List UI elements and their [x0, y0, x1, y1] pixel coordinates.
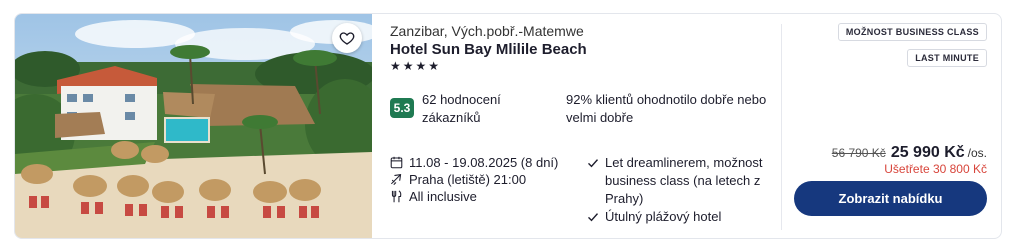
fact-dates: 11.08 - 19.08.2025 (8 dní)	[390, 154, 558, 171]
per-person-label: /os.	[967, 146, 987, 160]
hotel-photo[interactable]	[15, 14, 372, 238]
hotel-name[interactable]: Hotel Sun Bay Mlilile Beach	[390, 41, 587, 58]
calendar-icon	[390, 156, 403, 169]
hotel-stars: ★★★★	[390, 59, 442, 73]
fact-departure-text: Praha (letiště) 21:00	[409, 172, 527, 187]
business-class-tag: MOŽNOST BUSINESS CLASS	[837, 23, 987, 41]
rating-badge: 5.3	[390, 98, 414, 118]
fact-dates-text: 11.08 - 19.08.2025 (8 dní)	[409, 155, 559, 170]
feature-text: Útulný plážový hotel	[605, 209, 722, 224]
rating-summary: 92% klientů ohodnotilo dobře nebo velmi …	[566, 92, 767, 125]
favorite-button[interactable]	[332, 23, 362, 53]
current-price: 25 990 Kč	[890, 144, 965, 161]
show-offer-button[interactable]: Zobrazit nabídku	[794, 181, 987, 216]
check-icon	[588, 159, 599, 168]
price-row: 56 790 Kč 25 990 Kč /os.	[832, 144, 987, 162]
fact-board: All inclusive	[390, 188, 558, 205]
hotel-aerial-image	[15, 14, 372, 238]
savings-text: Ušetřete 30 800 Kč	[884, 162, 987, 176]
feature-item: Let dreamlinerem, možnost business class…	[587, 154, 787, 208]
plane-icon	[391, 174, 402, 185]
feature-text: Let dreamlinerem, možnost business class…	[605, 155, 763, 206]
last-minute-tag: LAST MINUTE	[907, 49, 987, 67]
offer-card[interactable]: Zanzibar, Vých.pobř.-Matemwe Hotel Sun B…	[14, 13, 1002, 239]
rating-count[interactable]: 62 hodnocení zákazníků	[422, 91, 552, 127]
feature-item: Útulný plážový hotel	[587, 208, 787, 226]
fact-departure: Praha (letiště) 21:00	[390, 171, 558, 188]
hotel-features: Let dreamlinerem, možnost business class…	[587, 154, 787, 226]
heart-icon	[339, 32, 355, 45]
hotel-region: Zanzibar, Vých.pobř.-Matemwe	[390, 23, 584, 39]
check-icon	[588, 213, 599, 222]
fact-board-text: All inclusive	[409, 189, 477, 204]
old-price: 56 790 Kč	[831, 146, 886, 160]
offer-details: Zanzibar, Vých.pobř.-Matemwe Hotel Sun B…	[390, 14, 780, 238]
column-divider	[781, 24, 782, 230]
cutlery-icon	[391, 190, 402, 203]
trip-facts: 11.08 - 19.08.2025 (8 dní) Praha (letišt…	[390, 154, 558, 205]
